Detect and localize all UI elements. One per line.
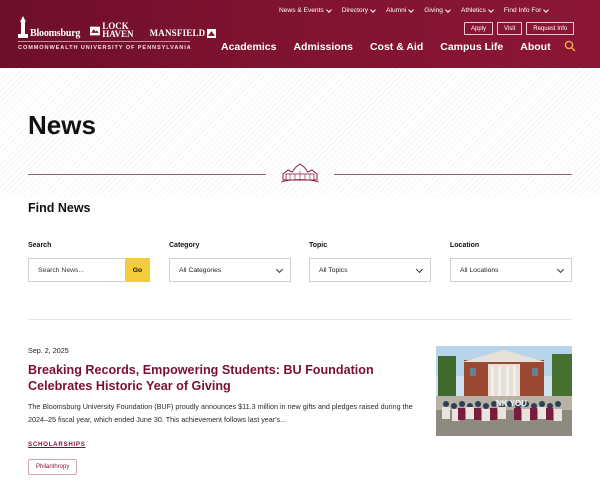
- search-placeholder: Search News...: [38, 266, 85, 274]
- site-header: Bloomsburg LOCK HAVEN MANSFIELD COMMONWE…: [0, 0, 600, 68]
- university-tagline: COMMONWEALTH UNIVERSITY OF PENNSYLVANIA: [18, 45, 192, 51]
- main-nav: Academics Admissions Cost & Aid Campus L…: [221, 41, 551, 53]
- divider-left: [28, 174, 266, 175]
- cta-buttons: Apply Visit Request Info: [464, 22, 575, 35]
- apply-button[interactable]: Apply: [464, 22, 494, 35]
- article-summary: The Bloomsburg University Foundation (BU…: [28, 402, 413, 424]
- location-select[interactable]: All Locations: [450, 258, 572, 282]
- article-photo[interactable]: NK YOU: [436, 346, 572, 436]
- utility-nav-label: News & Events: [279, 7, 324, 14]
- topic-label: Topic: [309, 242, 328, 249]
- brand-divider: [18, 41, 190, 42]
- lock-haven-logo[interactable]: LOCK HAVEN: [90, 21, 139, 39]
- chevron-down-icon: [370, 6, 376, 13]
- university-seal-icon: [280, 163, 320, 183]
- divider-right: [334, 174, 572, 175]
- mansfield-logo[interactable]: MANSFIELD: [150, 29, 217, 38]
- go-button[interactable]: Go: [125, 258, 150, 282]
- bloomsburg-wordmark: Bloomsburg: [30, 28, 81, 39]
- bell-tower-icon: [18, 16, 28, 38]
- article-tag[interactable]: Philanthropy: [28, 459, 78, 475]
- find-news-title: Find News: [28, 201, 91, 215]
- article-category-link[interactable]: SCHOLARSHIPS: [28, 441, 86, 448]
- chevron-down-icon: [325, 6, 332, 13]
- utility-nav: News & Events Directory Alumni Giving At…: [279, 6, 550, 14]
- chevron-down-icon: [408, 6, 415, 13]
- category-label: Category: [169, 242, 200, 249]
- main-nav-campus-life[interactable]: Campus Life: [440, 41, 503, 53]
- utility-nav-label: Athletics: [460, 7, 486, 14]
- utility-nav-athletics[interactable]: Athletics: [460, 6, 494, 14]
- main-nav-about[interactable]: About: [520, 41, 550, 53]
- lock-haven-wordmark: LOCK HAVEN: [102, 21, 134, 39]
- lock-haven-emblem-icon: [90, 26, 101, 36]
- utility-nav-alumni[interactable]: Alumni: [386, 6, 415, 14]
- mansfield-emblem-icon: [207, 29, 217, 38]
- location-value: All Locations: [460, 266, 499, 274]
- location-label: Location: [450, 242, 480, 249]
- page-title: News: [28, 110, 96, 140]
- topic-select[interactable]: All Topics: [309, 258, 431, 282]
- chevron-down-icon: [415, 265, 424, 274]
- category-value: All Categories: [179, 266, 222, 274]
- category-select[interactable]: All Categories: [169, 258, 291, 282]
- search-label: Search: [28, 242, 52, 249]
- chevron-down-icon: [556, 265, 565, 274]
- chevron-down-icon: [445, 6, 451, 13]
- main-nav-admissions[interactable]: Admissions: [293, 41, 353, 53]
- utility-nav-directory[interactable]: Directory: [341, 6, 376, 14]
- utility-nav-label: Directory: [341, 7, 369, 14]
- visit-button[interactable]: Visit: [497, 22, 523, 35]
- utility-nav-label: Find Info For: [503, 7, 542, 14]
- search-icon[interactable]: [564, 40, 576, 52]
- request-info-button[interactable]: Request Info: [526, 22, 575, 35]
- chevron-down-icon: [488, 6, 494, 13]
- chevron-down-icon: [275, 265, 284, 274]
- main-nav-cost-aid[interactable]: Cost & Aid: [370, 41, 423, 53]
- utility-nav-news-events[interactable]: News & Events: [279, 6, 332, 14]
- section-separator: [28, 319, 572, 320]
- photo-sign-text: NK YOU: [496, 399, 527, 408]
- topic-value: All Topics: [319, 266, 348, 274]
- utility-nav-find-info-for[interactable]: Find Info For: [503, 6, 550, 14]
- utility-nav-label: Giving: [424, 7, 443, 14]
- article-date: Sep. 2, 2025: [28, 346, 69, 355]
- utility-nav-label: Alumni: [386, 7, 407, 14]
- bloomsburg-logo[interactable]: Bloomsburg: [18, 16, 81, 39]
- search-input[interactable]: Search News...: [28, 258, 126, 282]
- chevron-down-icon: [543, 6, 550, 13]
- main-nav-academics[interactable]: Academics: [221, 41, 276, 53]
- article-title-link[interactable]: Breaking Records, Empowering Students: B…: [28, 362, 418, 394]
- mansfield-wordmark: MANSFIELD: [149, 28, 206, 38]
- utility-nav-giving[interactable]: Giving: [424, 6, 451, 14]
- brand-logos[interactable]: Bloomsburg LOCK HAVEN MANSFIELD COMMONWE…: [18, 12, 217, 56]
